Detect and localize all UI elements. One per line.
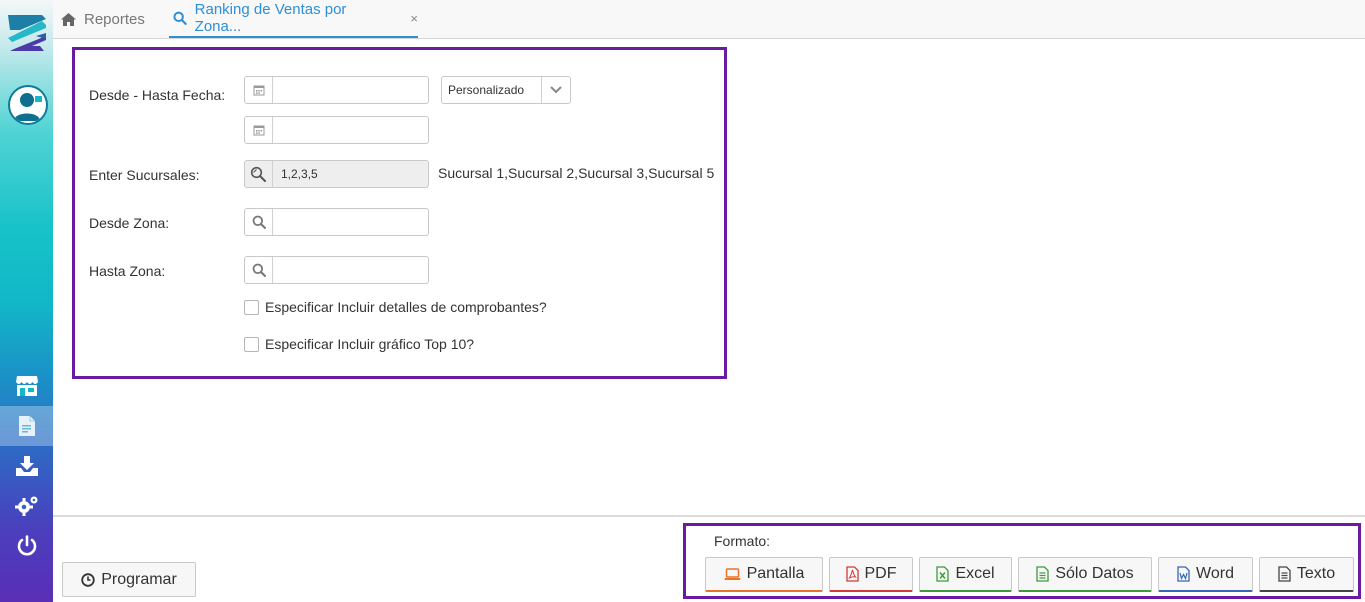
excel-button[interactable]: Excel [919, 557, 1012, 592]
tab-ranking-label: Ranking de Ventas por Zona... [194, 1, 347, 35]
chk-detalles-comprobantes[interactable]: Especificar Incluir detalles de comproba… [244, 299, 547, 315]
periodo-select-value: Personalizado [448, 83, 525, 97]
texto-button[interactable]: Texto [1259, 557, 1354, 592]
settings-icon[interactable] [0, 486, 53, 526]
chk-grafico-label: Especificar Incluir gráfico Top 10? [265, 336, 475, 352]
solo-datos-button[interactable]: Sólo Datos [1018, 557, 1152, 592]
store-icon[interactable] [0, 366, 53, 406]
tab-reportes[interactable]: Reportes [61, 0, 145, 38]
search-icon[interactable] [245, 257, 273, 283]
pdf-label: PDF [864, 565, 897, 582]
sucursales-value: 1,2,3,5 [281, 167, 318, 181]
checkbox[interactable] [244, 299, 259, 315]
sucursales-description: Sucursal 1,Sucursal 2,Sucursal 3,Sucursa… [438, 165, 715, 181]
word-label: Word [1196, 565, 1234, 582]
pantalla-button[interactable]: Pantalla [705, 557, 823, 592]
fecha-desde-field[interactable] [244, 76, 429, 104]
footer-divider [53, 515, 1365, 517]
fecha-label: Desde - Hasta Fecha: [89, 87, 226, 103]
chk-grafico-top10[interactable]: Especificar Incluir gráfico Top 10? [244, 336, 474, 352]
texto-label: Texto [1296, 565, 1336, 582]
clock-icon [81, 572, 95, 587]
sucursales-field[interactable]: 1,2,3,5 [244, 160, 429, 188]
hasta-zona-field[interactable] [244, 256, 429, 284]
status-badge [34, 95, 43, 103]
programar-label: Programar [101, 570, 177, 588]
tab-reportes-label: Reportes [84, 10, 145, 28]
checkbox[interactable] [244, 336, 259, 352]
pdf-file-icon [845, 566, 859, 582]
hasta-zona-label: Hasta Zona: [89, 263, 166, 279]
solo-datos-label: Sólo Datos [1055, 565, 1134, 582]
search-icon[interactable] [245, 209, 273, 235]
report-icon[interactable] [0, 406, 53, 446]
desde-zona-field[interactable] [244, 208, 429, 236]
tab-bar: Reportes Ranking de Ventas por Zona... × [53, 0, 1365, 39]
data-file-icon [1036, 566, 1050, 582]
desde-zona-label: Desde Zona: [89, 215, 170, 231]
calendar-icon[interactable] [245, 77, 273, 103]
sucursales-label: Enter Sucursales: [89, 167, 200, 183]
chk-detalles-label: Especificar Incluir detalles de comproba… [265, 299, 547, 315]
chevron-down-icon[interactable] [541, 77, 570, 103]
formato-label: Formato: [714, 533, 771, 549]
multi-search-icon[interactable] [245, 161, 273, 187]
pdf-button[interactable]: PDF [829, 557, 913, 592]
sidebar [0, 0, 53, 602]
tab-ranking-ventas[interactable]: Ranking de Ventas por Zona... × [169, 0, 418, 38]
calendar-icon[interactable] [245, 117, 273, 143]
app-logo[interactable] [6, 12, 48, 54]
pantalla-label: Pantalla [746, 565, 805, 582]
programar-button[interactable]: Programar [62, 562, 196, 597]
user-avatar[interactable] [8, 85, 48, 125]
laptop-icon [724, 567, 741, 580]
text-file-icon [1278, 566, 1291, 582]
word-file-icon [1177, 566, 1190, 582]
fecha-hasta-field[interactable] [244, 116, 429, 144]
word-button[interactable]: Word [1158, 557, 1253, 592]
download-icon[interactable] [0, 446, 53, 486]
power-icon[interactable] [0, 526, 53, 566]
excel-label: Excel [955, 565, 995, 582]
periodo-select[interactable]: Personalizado [441, 76, 571, 104]
home-icon [61, 12, 76, 26]
close-icon[interactable]: × [410, 11, 418, 26]
search-icon [173, 11, 187, 25]
excel-file-icon [936, 566, 950, 582]
